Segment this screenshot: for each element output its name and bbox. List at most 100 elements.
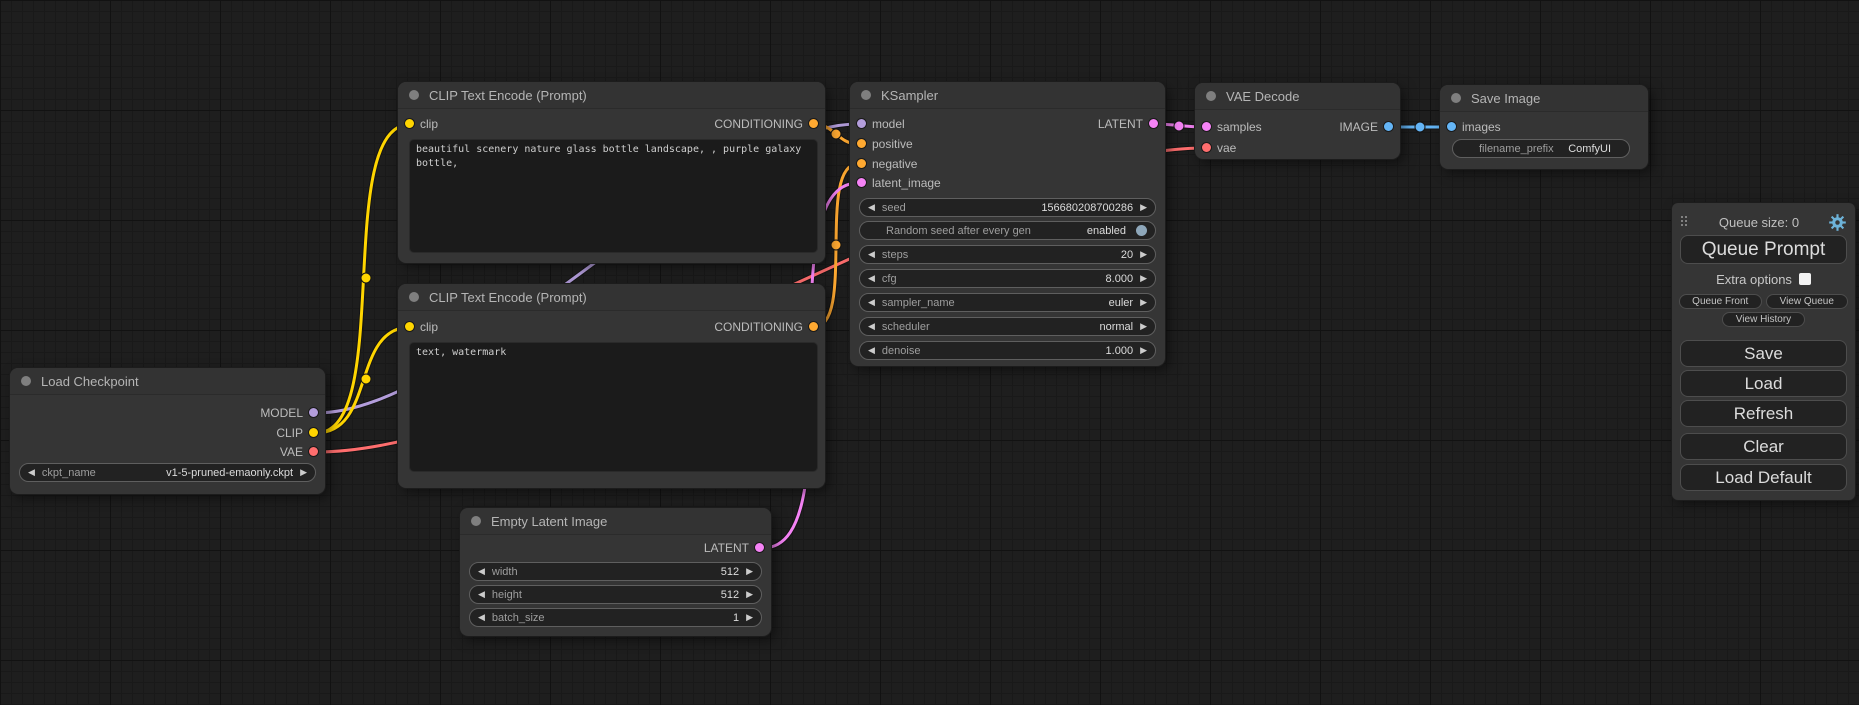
widget-cfg[interactable]: ◀ cfg 8.000 ▶ bbox=[859, 269, 1156, 288]
node-empty-latent-image[interactable]: Empty Latent Image LATENT ◀ width 512 ▶ … bbox=[460, 508, 771, 636]
conditioning-slot-icon[interactable] bbox=[809, 119, 818, 128]
prompt-text-area[interactable]: beautiful scenery nature glass bottle la… bbox=[410, 140, 817, 252]
widget-sampler-name[interactable]: ◀ sampler_name euler ▶ bbox=[859, 293, 1156, 312]
collapse-dot-icon[interactable] bbox=[409, 90, 419, 100]
node-title-bar[interactable]: Load Checkpoint bbox=[10, 368, 325, 395]
decrement-icon[interactable]: ◀ bbox=[868, 346, 875, 355]
output-slot-conditioning[interactable]: CONDITIONING bbox=[714, 116, 825, 132]
vae-slot-icon[interactable] bbox=[1202, 143, 1211, 152]
decrement-icon[interactable]: ◀ bbox=[868, 322, 875, 331]
queue-prompt-button[interactable]: Queue Prompt bbox=[1680, 235, 1847, 264]
node-vae-decode[interactable]: VAE Decode samples vae IMAGE bbox=[1195, 83, 1400, 159]
collapse-dot-icon[interactable] bbox=[471, 516, 481, 526]
widget-steps[interactable]: ◀ steps 20 ▶ bbox=[859, 245, 1156, 264]
increment-icon[interactable]: ▶ bbox=[1140, 274, 1147, 283]
view-history-button[interactable]: View History bbox=[1722, 312, 1805, 327]
collapse-dot-icon[interactable] bbox=[409, 292, 419, 302]
output-slot-vae[interactable]: VAE bbox=[280, 444, 325, 460]
node-clip-text-encode-negative[interactable]: CLIP Text Encode (Prompt) clip CONDITION… bbox=[398, 284, 825, 488]
vae-slot-icon[interactable] bbox=[309, 447, 318, 456]
input-slot-model[interactable]: model bbox=[850, 116, 905, 132]
input-slot-images[interactable]: images bbox=[1440, 119, 1501, 135]
node-graph-canvas[interactable]: Load Checkpoint MODEL CLIP VAE ◀ ckpt_na… bbox=[0, 0, 1859, 705]
collapse-dot-icon[interactable] bbox=[1206, 91, 1216, 101]
decrement-icon[interactable]: ◀ bbox=[868, 274, 875, 283]
clip-slot-icon[interactable] bbox=[405, 322, 414, 331]
node-clip-text-encode-positive[interactable]: CLIP Text Encode (Prompt) clip CONDITION… bbox=[398, 82, 825, 263]
input-slot-clip[interactable]: clip bbox=[398, 319, 438, 335]
widget-width[interactable]: ◀ width 512 ▶ bbox=[469, 562, 762, 581]
latent-slot-icon[interactable] bbox=[1202, 122, 1211, 131]
image-slot-icon[interactable] bbox=[1384, 122, 1393, 131]
prompt-text-area[interactable]: text, watermark bbox=[410, 343, 817, 471]
increment-icon[interactable]: ▶ bbox=[746, 590, 753, 599]
node-load-checkpoint[interactable]: Load Checkpoint MODEL CLIP VAE ◀ ckpt_na… bbox=[10, 368, 325, 494]
output-slot-model[interactable]: MODEL bbox=[260, 405, 325, 421]
latent-slot-icon[interactable] bbox=[1149, 119, 1158, 128]
decrement-icon[interactable]: ◀ bbox=[478, 613, 485, 622]
widget-ckpt-name[interactable]: ◀ ckpt_name v1-5-pruned-emaonly.ckpt ▶ bbox=[19, 463, 316, 482]
output-slot-image[interactable]: IMAGE bbox=[1339, 119, 1400, 135]
extra-options-checkbox[interactable] bbox=[1799, 273, 1811, 285]
conditioning-slot-icon[interactable] bbox=[857, 139, 866, 148]
load-default-button[interactable]: Load Default bbox=[1680, 464, 1847, 491]
load-button[interactable]: Load bbox=[1680, 370, 1847, 397]
input-slot-samples[interactable]: samples bbox=[1195, 119, 1262, 135]
widget-filename-prefix[interactable]: filename_prefix ComfyUI bbox=[1452, 139, 1630, 158]
output-slot-latent[interactable]: LATENT bbox=[704, 540, 771, 556]
toggle-enabled-icon[interactable] bbox=[1136, 225, 1147, 236]
clip-slot-icon[interactable] bbox=[405, 119, 414, 128]
input-slot-clip[interactable]: clip bbox=[398, 116, 438, 132]
increment-icon[interactable]: ▶ bbox=[1140, 250, 1147, 259]
latent-slot-icon[interactable] bbox=[857, 178, 866, 187]
latent-slot-icon[interactable] bbox=[755, 543, 764, 552]
drag-handle-icon[interactable] bbox=[1681, 216, 1689, 228]
collapse-dot-icon[interactable] bbox=[21, 376, 31, 386]
view-queue-button[interactable]: View Queue bbox=[1766, 294, 1849, 309]
queue-front-button[interactable]: Queue Front bbox=[1679, 294, 1762, 309]
increment-icon[interactable]: ▶ bbox=[300, 468, 307, 477]
node-title-bar[interactable]: Empty Latent Image bbox=[460, 508, 771, 535]
widget-random-seed-toggle[interactable]: Random seed after every gen enabled bbox=[859, 221, 1156, 240]
node-title-bar[interactable]: Save Image bbox=[1440, 85, 1648, 112]
increment-icon[interactable]: ▶ bbox=[746, 613, 753, 622]
node-title-bar[interactable]: CLIP Text Encode (Prompt) bbox=[398, 284, 825, 311]
input-slot-negative[interactable]: negative bbox=[850, 156, 917, 172]
save-button[interactable]: Save bbox=[1680, 340, 1847, 367]
increment-icon[interactable]: ▶ bbox=[746, 567, 753, 576]
input-slot-vae[interactable]: vae bbox=[1195, 140, 1236, 156]
increment-icon[interactable]: ▶ bbox=[1140, 298, 1147, 307]
input-slot-positive[interactable]: positive bbox=[850, 136, 913, 152]
settings-gear-icon[interactable] bbox=[1829, 214, 1846, 231]
widget-denoise[interactable]: ◀ denoise 1.000 ▶ bbox=[859, 341, 1156, 360]
collapse-dot-icon[interactable] bbox=[1451, 93, 1461, 103]
decrement-icon[interactable]: ◀ bbox=[478, 590, 485, 599]
output-slot-clip[interactable]: CLIP bbox=[276, 425, 325, 441]
node-save-image[interactable]: Save Image images filename_prefix ComfyU… bbox=[1440, 85, 1648, 169]
model-slot-icon[interactable] bbox=[857, 119, 866, 128]
collapse-dot-icon[interactable] bbox=[861, 90, 871, 100]
increment-icon[interactable]: ▶ bbox=[1140, 322, 1147, 331]
output-slot-conditioning[interactable]: CONDITIONING bbox=[714, 319, 825, 335]
image-slot-icon[interactable] bbox=[1447, 122, 1456, 131]
node-ksampler[interactable]: KSampler model positive negative latent_… bbox=[850, 82, 1165, 366]
refresh-button[interactable]: Refresh bbox=[1680, 400, 1847, 427]
widget-scheduler[interactable]: ◀ scheduler normal ▶ bbox=[859, 317, 1156, 336]
input-slot-latent-image[interactable]: latent_image bbox=[850, 175, 941, 191]
widget-height[interactable]: ◀ height 512 ▶ bbox=[469, 585, 762, 604]
widget-seed[interactable]: ◀ seed 156680208700286 ▶ bbox=[859, 198, 1156, 217]
decrement-icon[interactable]: ◀ bbox=[28, 468, 35, 477]
decrement-icon[interactable]: ◀ bbox=[478, 567, 485, 576]
decrement-icon[interactable]: ◀ bbox=[868, 203, 875, 212]
clear-button[interactable]: Clear bbox=[1680, 433, 1847, 460]
node-title-bar[interactable]: CLIP Text Encode (Prompt) bbox=[398, 82, 825, 109]
increment-icon[interactable]: ▶ bbox=[1140, 346, 1147, 355]
output-slot-latent[interactable]: LATENT bbox=[1098, 116, 1165, 132]
decrement-icon[interactable]: ◀ bbox=[868, 250, 875, 259]
node-title-bar[interactable]: KSampler bbox=[850, 82, 1165, 109]
increment-icon[interactable]: ▶ bbox=[1140, 203, 1147, 212]
node-title-bar[interactable]: VAE Decode bbox=[1195, 83, 1400, 110]
clip-slot-icon[interactable] bbox=[309, 428, 318, 437]
model-slot-icon[interactable] bbox=[309, 408, 318, 417]
conditioning-slot-icon[interactable] bbox=[857, 159, 866, 168]
